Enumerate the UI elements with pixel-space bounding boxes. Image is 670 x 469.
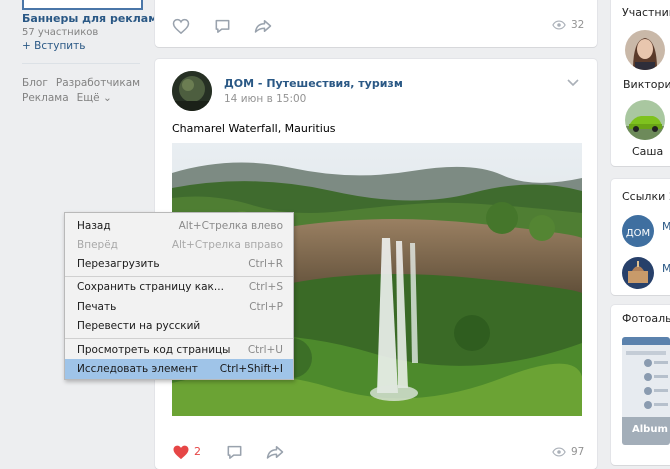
menu-item-save-as[interactable]: Сохранить страницу как... Ctrl+S: [65, 277, 293, 297]
like-icon[interactable]: [172, 17, 190, 35]
links-title[interactable]: Ссылки 2: [622, 190, 670, 203]
like-filled-icon[interactable]: [172, 443, 190, 461]
comment-icon[interactable]: [225, 443, 243, 461]
left-divider: [22, 63, 140, 64]
menu-item-shortcut: Ctrl+U: [247, 344, 283, 356]
menu-item-label: Просмотреть код страницы: [77, 344, 231, 356]
ad-banner-card[interactable]: [22, 0, 143, 10]
member-avatar[interactable]: [625, 100, 665, 140]
likes-count: 2: [194, 445, 201, 458]
menu-item-translate[interactable]: Перевести на русский: [65, 316, 293, 336]
context-menu: Назад Alt+Стрелка влево Вперёд Alt+Стрел…: [64, 212, 294, 380]
menu-item-label: Вперёд: [77, 239, 118, 251]
member-name[interactable]: Саша: [632, 145, 663, 158]
post-menu-chevron-icon[interactable]: [566, 78, 580, 91]
menu-item-forward[interactable]: Вперёд Alt+Стрелка вправо: [65, 235, 293, 255]
post-author-link[interactable]: ДОМ - Путешествия, туризм: [224, 77, 403, 90]
views-count: 32: [571, 19, 585, 31]
footer-link-developers[interactable]: Разработчикам: [56, 77, 140, 89]
link-title[interactable]: М: [662, 220, 670, 233]
menu-item-label: Перезагрузить: [77, 258, 160, 270]
author-avatar[interactable]: [172, 71, 212, 111]
menu-item-shortcut: Alt+Стрелка вправо: [171, 239, 283, 251]
menu-item-inspect[interactable]: Исследовать элемент Ctrl+Shift+I: [65, 359, 293, 379]
menu-item-label: Перевести на русский: [77, 320, 201, 332]
views-counter: 97: [552, 446, 584, 458]
group-name-link[interactable]: Баннеры для рекламы: [22, 12, 167, 25]
comment-icon[interactable]: [213, 17, 231, 35]
photo-albums-title[interactable]: Фотоальбо: [622, 312, 670, 325]
footer-link-blog[interactable]: Блог: [22, 77, 48, 89]
link-thumbnail[interactable]: ДОМ: [622, 215, 654, 247]
menu-item-label: Печать: [77, 301, 117, 313]
footer-links-row-2: Реклама Ещё ⌄: [22, 92, 120, 104]
footer-links-row-1: Блог Разработчикам: [22, 77, 148, 89]
views-counter: 32: [552, 19, 584, 31]
views-count: 97: [571, 446, 585, 458]
menu-item-shortcut: Ctrl+Shift+I: [219, 363, 283, 375]
album-label: Album: [632, 424, 668, 435]
menu-item-print[interactable]: Печать Ctrl+P: [65, 297, 293, 317]
share-icon[interactable]: [266, 443, 284, 461]
menu-separator: [65, 338, 293, 339]
menu-item-label: Исследовать элемент: [77, 363, 198, 375]
menu-item-shortcut: Ctrl+S: [248, 281, 283, 293]
member-avatar[interactable]: [625, 30, 665, 70]
link-thumbnail[interactable]: [622, 257, 654, 289]
eye-icon: [552, 447, 566, 457]
links-title-text: Ссылки: [622, 190, 666, 203]
join-group-link[interactable]: + Вступить: [22, 40, 85, 52]
post-text: Chamarel Waterfall, Mauritius: [172, 122, 336, 135]
menu-item-reload[interactable]: Перезагрузить Ctrl+R: [65, 254, 293, 274]
members-title[interactable]: Участники: [622, 6, 670, 19]
eye-icon: [552, 20, 566, 30]
footer-link-ads[interactable]: Реклама: [22, 92, 69, 104]
link-title[interactable]: М: [662, 262, 670, 275]
menu-item-shortcut: Ctrl+P: [249, 301, 283, 313]
menu-item-label: Назад: [77, 220, 111, 232]
menu-item-view-source[interactable]: Просмотреть код страницы Ctrl+U: [65, 340, 293, 360]
menu-item-shortcut: Ctrl+R: [248, 258, 283, 270]
member-name[interactable]: Виктория: [623, 78, 670, 91]
share-icon[interactable]: [254, 17, 272, 35]
group-members-count: 57 участников: [22, 27, 99, 38]
menu-item-shortcut: Alt+Стрелка влево: [178, 220, 283, 232]
post-date[interactable]: 14 июн в 15:00: [224, 93, 306, 105]
svg-text:ДОМ: ДОМ: [626, 228, 650, 239]
footer-link-more[interactable]: Ещё ⌄: [77, 92, 112, 104]
menu-item-back[interactable]: Назад Alt+Стрелка влево: [65, 216, 293, 236]
menu-item-label: Сохранить страницу как...: [77, 281, 224, 293]
